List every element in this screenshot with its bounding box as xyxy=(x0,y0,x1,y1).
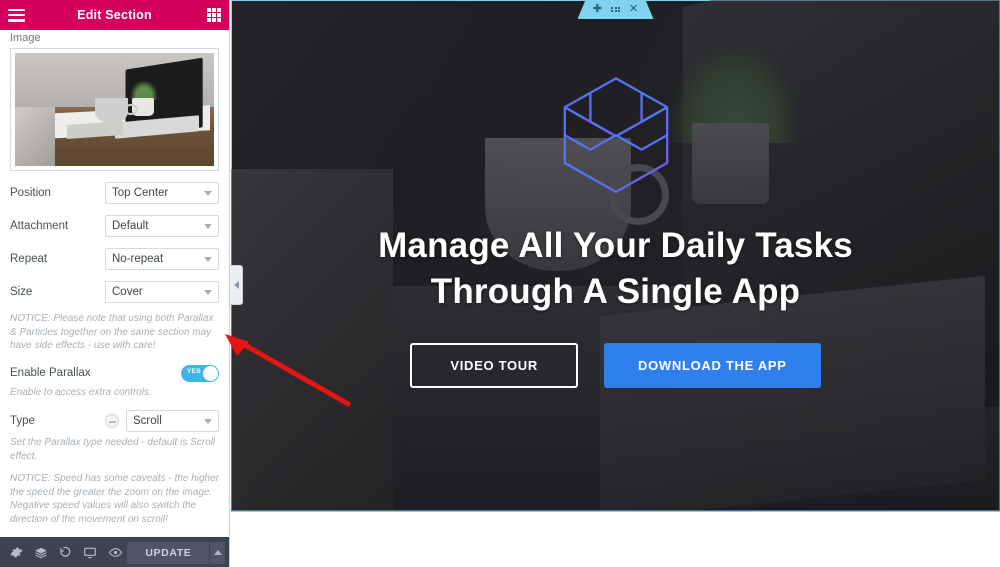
close-x-icon[interactable]: ✕ xyxy=(629,4,638,15)
field-label-type: Type xyxy=(10,415,35,427)
chevron-left-icon xyxy=(233,281,239,289)
drag-dots-icon[interactable] xyxy=(611,7,620,13)
plus-icon[interactable]: ✚ xyxy=(593,4,602,15)
chevron-down-icon xyxy=(204,191,212,196)
hero-section[interactable]: ✚ ✕ Manage All Your Daily Tasks Through … xyxy=(231,0,1000,512)
cube-logo-icon xyxy=(563,77,668,193)
select-position-value: Top Center xyxy=(112,187,169,199)
preview-canvas: ✚ ✕ Manage All Your Daily Tasks Through … xyxy=(231,0,1000,567)
notice-speed: NOTICE: Speed has some caveats - the hig… xyxy=(10,473,219,525)
panel-footer: UPDATE xyxy=(0,537,229,567)
field-label-enable-parallax: Enable Parallax xyxy=(10,367,91,379)
video-tour-button[interactable]: VIDEO TOUR xyxy=(410,343,578,388)
panel-header: Edit Section xyxy=(0,0,229,30)
layers-icon[interactable] xyxy=(29,538,54,567)
hint-enable-parallax: Enable to access extra controls. xyxy=(10,386,152,398)
select-parallax-type-value: Scroll xyxy=(133,415,162,427)
editor-panel: Edit Section Image Position Top Center A… xyxy=(0,0,230,567)
elementor-editor-screen: Edit Section Image Position Top Center A… xyxy=(0,0,1000,567)
update-button[interactable]: UPDATE xyxy=(127,541,210,564)
field-row-repeat: Repeat No-repeat xyxy=(10,248,219,270)
download-the-app-button[interactable]: DOWNLOAD THE APP xyxy=(604,343,821,388)
hamburger-icon[interactable] xyxy=(8,8,25,22)
select-parallax-type[interactable]: Scroll xyxy=(126,410,219,432)
field-row-type: Type Scroll xyxy=(10,410,219,432)
select-attachment-value: Default xyxy=(112,220,149,232)
hint-parallax-type: Set the Parallax type needed - default i… xyxy=(10,437,216,462)
select-position[interactable]: Top Center xyxy=(105,182,219,204)
section-controls-handle: ✚ ✕ xyxy=(578,0,654,19)
history-icon[interactable] xyxy=(53,538,78,567)
panel-title: Edit Section xyxy=(77,8,152,22)
update-options-chevron-up-icon[interactable] xyxy=(209,541,225,564)
image-preview-frame[interactable] xyxy=(10,48,219,171)
field-label-attachment: Attachment xyxy=(10,220,69,232)
notice-parallax-particles: NOTICE: Please note that using both Para… xyxy=(10,313,214,351)
select-attachment[interactable]: Default xyxy=(105,215,219,237)
select-repeat[interactable]: No-repeat xyxy=(105,248,219,270)
field-label-position: Position xyxy=(10,187,51,199)
hero-button-group: VIDEO TOUR DOWNLOAD THE APP xyxy=(410,343,821,388)
toggle-state-label: YES xyxy=(187,367,201,375)
chevron-down-icon xyxy=(204,224,212,229)
toggle-enable-parallax[interactable]: YES xyxy=(181,364,219,382)
hero-title: Manage All Your Daily Tasks Through A Si… xyxy=(378,223,853,315)
field-row-size: Size Cover xyxy=(10,281,219,303)
preview-eye-icon[interactable] xyxy=(103,538,128,567)
hero-content: Manage All Your Daily Tasks Through A Si… xyxy=(231,0,1000,511)
field-label-repeat: Repeat xyxy=(10,253,48,265)
chevron-down-icon xyxy=(204,290,212,295)
reset-icon[interactable] xyxy=(105,414,119,428)
field-row-attachment: Attachment Default xyxy=(10,215,219,237)
field-label-size: Size xyxy=(10,286,33,298)
field-row-enable-parallax: Enable Parallax YES xyxy=(10,364,219,382)
select-size[interactable]: Cover xyxy=(105,281,219,303)
select-repeat-value: No-repeat xyxy=(112,253,164,265)
settings-gear-icon[interactable] xyxy=(4,538,29,567)
responsive-mode-icon[interactable] xyxy=(78,538,103,567)
toggle-knob xyxy=(203,365,218,381)
panel-collapse-toggle[interactable] xyxy=(230,265,243,305)
grid-icon[interactable] xyxy=(207,8,221,22)
hero-title-line-2: Through A Single App xyxy=(430,272,801,311)
field-row-position: Position Top Center xyxy=(10,182,219,204)
select-size-value: Cover xyxy=(112,286,143,298)
image-preview-thumbnail xyxy=(15,53,214,166)
chevron-down-icon xyxy=(204,257,212,262)
image-section-label: Image xyxy=(10,32,41,44)
panel-body: Image Position Top Center Attachment Def… xyxy=(0,30,229,537)
hero-title-line-1: Manage All Your Daily Tasks xyxy=(378,226,853,265)
chevron-down-icon xyxy=(204,419,212,424)
